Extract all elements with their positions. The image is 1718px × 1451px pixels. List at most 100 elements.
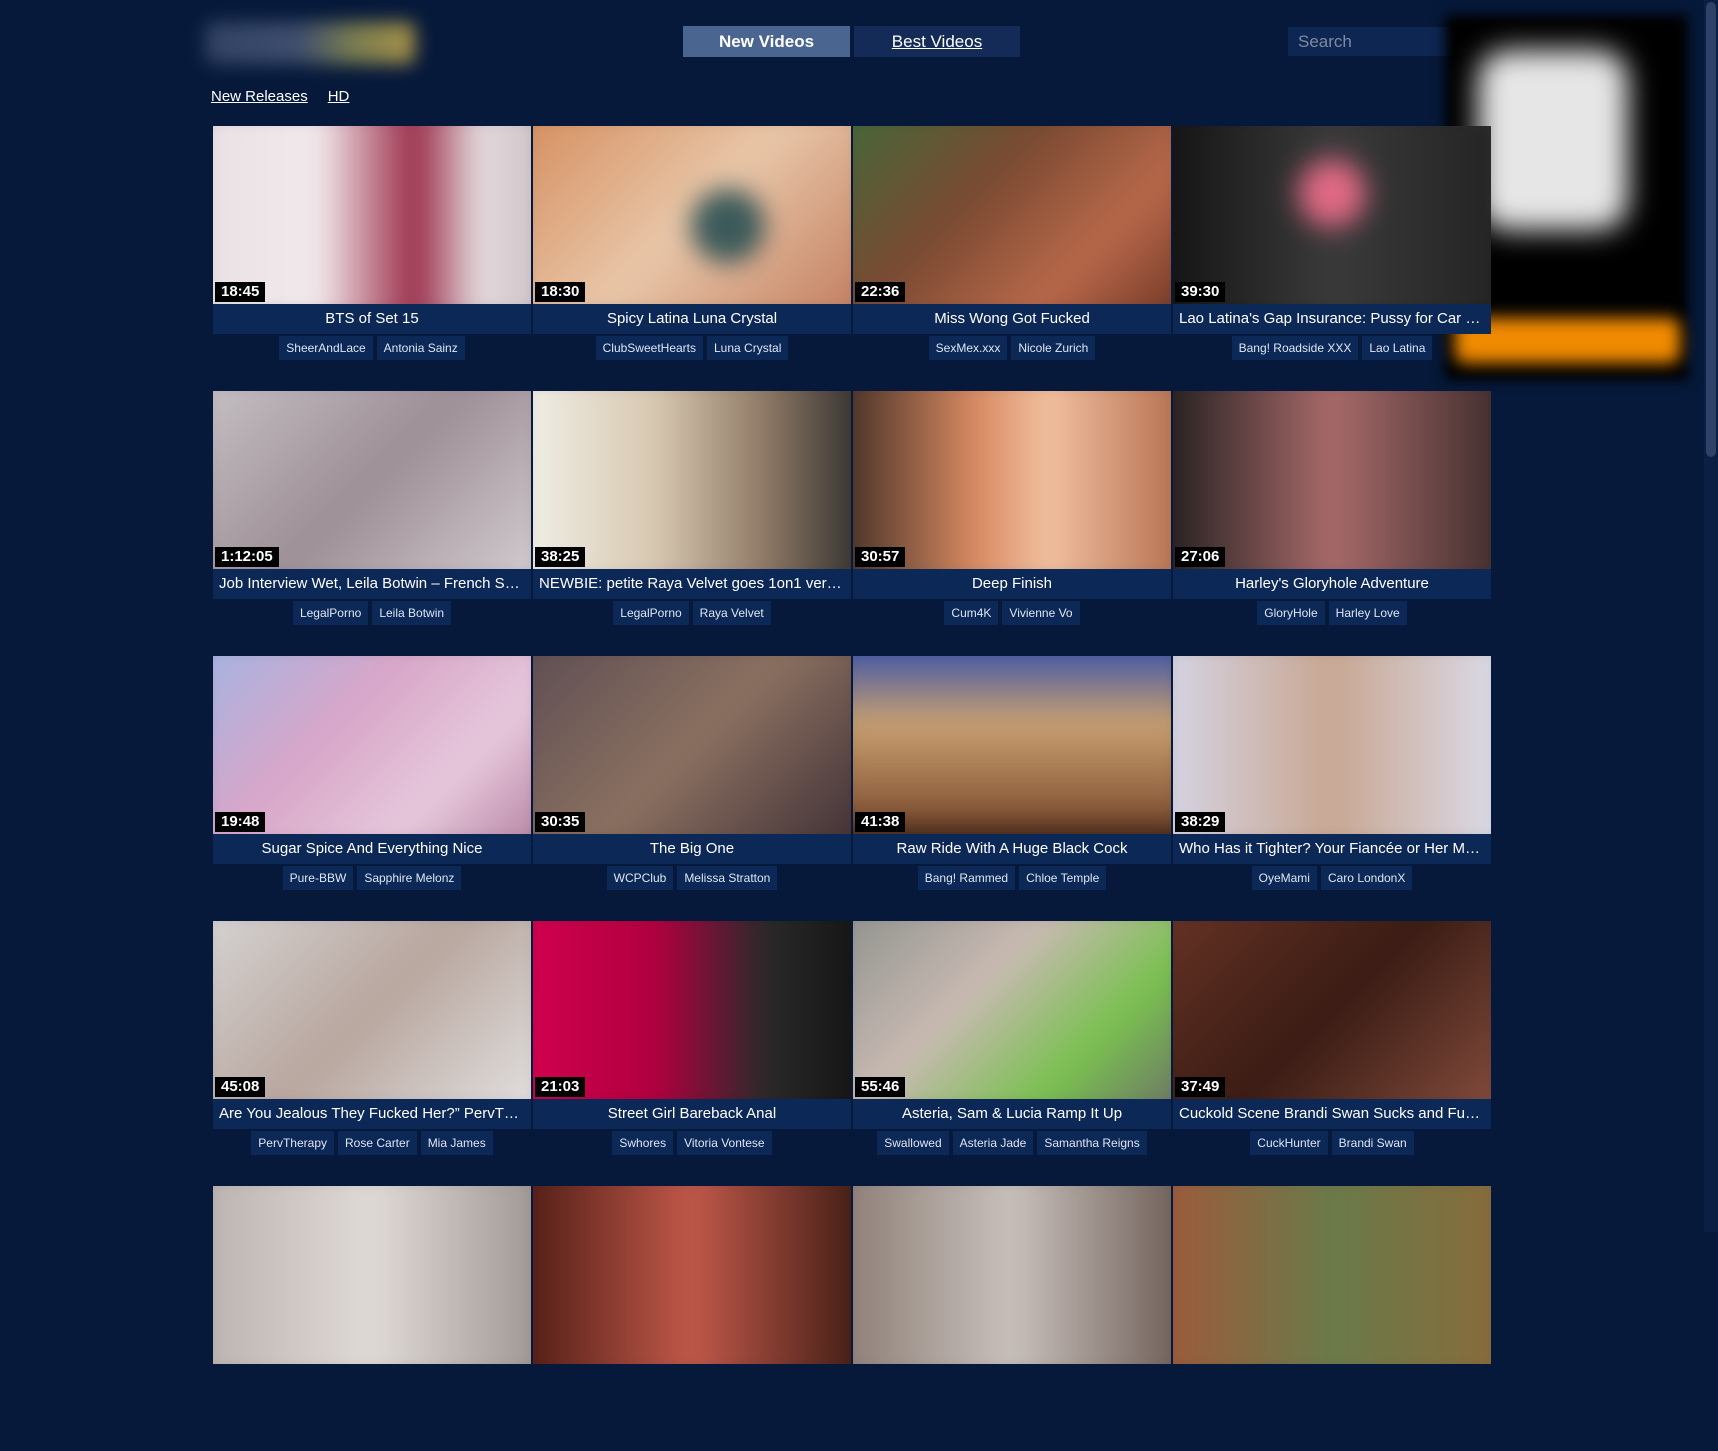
video-thumbnail[interactable]: 18:45: [213, 126, 531, 304]
video-thumbnail[interactable]: 37:49: [1173, 921, 1491, 1099]
video-thumbnail[interactable]: [853, 1186, 1171, 1364]
video-card[interactable]: 21:03 Street Girl Bareback Anal Swhores Vit…: [533, 921, 851, 1186]
video-thumbnail[interactable]: 30:57: [853, 391, 1171, 569]
video-tag[interactable]: LegalPorno: [292, 601, 369, 625]
site-logo[interactable]: [205, 22, 415, 64]
video-tag[interactable]: Samantha Reigns: [1037, 1131, 1147, 1155]
video-tag[interactable]: ClubSweetHearts: [595, 336, 703, 360]
video-tag[interactable]: Vivienne Vo: [1002, 601, 1080, 625]
video-card[interactable]: 1:12:05 Job Interview Wet, Leila Botwin –…: [213, 391, 531, 656]
video-tag[interactable]: PervTherapy: [251, 1131, 334, 1155]
video-tag[interactable]: Asteria Jade: [952, 1131, 1034, 1155]
video-card[interactable]: 39:30 Lao Latina's Gap Insurance: Pussy f…: [1173, 126, 1491, 391]
video-thumbnail[interactable]: 27:06: [1173, 391, 1491, 569]
video-title[interactable]: Spicy Latina Luna Crystal: [533, 304, 851, 334]
search-input[interactable]: [1288, 27, 1438, 56]
video-tag[interactable]: CuckHunter: [1250, 1131, 1328, 1155]
video-card[interactable]: 38:25 NEWBIE: petite Raya Velvet goes 1on…: [533, 391, 851, 656]
video-thumbnail[interactable]: 38:29: [1173, 656, 1491, 834]
video-tag[interactable]: Harley Love: [1328, 601, 1407, 625]
video-title[interactable]: BTS of Set 15: [213, 304, 531, 334]
video-tag[interactable]: Cum4K: [944, 601, 999, 625]
video-title[interactable]: Miss Wong Got Fucked: [853, 304, 1171, 334]
video-title[interactable]: Who Has it Tighter? Your Fiancée or Her …: [1173, 834, 1491, 864]
video-thumbnail[interactable]: [533, 1186, 851, 1364]
video-tag[interactable]: Swallowed: [877, 1131, 949, 1155]
video-thumbnail[interactable]: 55:46: [853, 921, 1171, 1099]
video-tag[interactable]: Antonia Sainz: [376, 336, 465, 360]
video-thumbnail[interactable]: 41:38: [853, 656, 1171, 834]
video-card[interactable]: [1173, 1186, 1491, 1451]
video-thumbnail[interactable]: [1173, 1186, 1491, 1364]
video-thumbnail[interactable]: 18:30: [533, 126, 851, 304]
video-card[interactable]: 18:45 BTS of Set 15 SheerAndLace Antonia Sa…: [213, 126, 531, 391]
video-tag[interactable]: SexMex.xxx: [928, 336, 1008, 360]
video-title[interactable]: Harley's Gloryhole Adventure: [1173, 569, 1491, 599]
tab-new-videos[interactable]: New Videos: [683, 26, 850, 57]
video-tag[interactable]: GloryHole: [1257, 601, 1325, 625]
video-thumbnail[interactable]: 21:03: [533, 921, 851, 1099]
video-title[interactable]: Job Interview Wet, Leila Botwin – French…: [213, 569, 531, 599]
video-tag[interactable]: Chloe Temple: [1019, 866, 1107, 890]
video-card[interactable]: [533, 1186, 851, 1451]
video-tag[interactable]: Bang! Rammed: [917, 866, 1016, 890]
video-card[interactable]: 55:46 Asteria, Sam & Lucia Ramp It Up Swal…: [853, 921, 1171, 1186]
video-title[interactable]: The Big One: [533, 834, 851, 864]
video-card[interactable]: 41:38 Raw Ride With A Huge Black Cock Bang…: [853, 656, 1171, 921]
video-tag[interactable]: Lao Latina: [1362, 336, 1433, 360]
video-title[interactable]: Lao Latina's Gap Insurance: Pussy for Ca…: [1173, 304, 1491, 334]
video-tag[interactable]: Luna Crystal: [707, 336, 789, 360]
video-card[interactable]: 45:08 Are You Jealous They Fucked Her?” P…: [213, 921, 531, 1186]
video-thumbnail[interactable]: 1:12:05: [213, 391, 531, 569]
video-card[interactable]: 30:57 Deep Finish Cum4K Vivienne Vo: [853, 391, 1171, 656]
video-card[interactable]: 27:06 Harley's Gloryhole Adventure GloryHo…: [1173, 391, 1491, 656]
video-duration: 55:46: [855, 1077, 906, 1097]
video-card[interactable]: 18:30 Spicy Latina Luna Crystal ClubSweetH…: [533, 126, 851, 391]
video-thumbnail[interactable]: [213, 1186, 531, 1364]
video-tag[interactable]: Vitoria Vontese: [677, 1131, 772, 1155]
video-thumbnail[interactable]: 39:30: [1173, 126, 1491, 304]
subnav-new-releases[interactable]: New Releases: [211, 88, 308, 105]
video-title[interactable]: Asteria, Sam & Lucia Ramp It Up: [853, 1099, 1171, 1129]
video-title[interactable]: Cuckold Scene Brandi Swan Sucks and Fuck…: [1173, 1099, 1491, 1129]
video-tag[interactable]: Rose Carter: [338, 1131, 417, 1155]
video-tag[interactable]: Swhores: [612, 1131, 674, 1155]
video-title[interactable]: Sugar Spice And Everything Nice: [213, 834, 531, 864]
video-thumbnail[interactable]: 19:48: [213, 656, 531, 834]
video-card[interactable]: 22:36 Miss Wong Got Fucked SexMex.xxx Nicol…: [853, 126, 1171, 391]
video-tag[interactable]: OyeMami: [1251, 866, 1317, 890]
video-card[interactable]: [213, 1186, 531, 1451]
video-tag[interactable]: Sapphire Melonz: [357, 866, 462, 890]
video-duration: 22:36: [855, 282, 906, 302]
video-tag[interactable]: LegalPorno: [613, 601, 689, 625]
video-tag[interactable]: SheerAndLace: [279, 336, 373, 360]
tab-best-videos[interactable]: Best Videos: [854, 26, 1020, 57]
video-tag[interactable]: Pure-BBW: [282, 866, 354, 890]
video-card[interactable]: [853, 1186, 1171, 1451]
video-tag[interactable]: Bang! Roadside XXX: [1231, 336, 1359, 360]
video-thumbnail[interactable]: 45:08: [213, 921, 531, 1099]
video-title[interactable]: Raw Ride With A Huge Black Cock: [853, 834, 1171, 864]
video-tag[interactable]: WCPClub: [606, 866, 674, 890]
video-card[interactable]: 30:35 The Big One WCPClub Melissa Stratton: [533, 656, 851, 921]
video-tag[interactable]: Raya Velvet: [692, 601, 771, 625]
video-tag[interactable]: Leila Botwin: [372, 601, 452, 625]
video-title[interactable]: Street Girl Bareback Anal: [533, 1099, 851, 1129]
video-title[interactable]: NEWBIE: petite Raya Velvet goes 1on1 ver…: [533, 569, 851, 599]
video-card[interactable]: 37:49 Cuckold Scene Brandi Swan Sucks and…: [1173, 921, 1491, 1186]
video-tag[interactable]: Brandi Swan: [1331, 1131, 1414, 1155]
video-tag[interactable]: Melissa Stratton: [677, 866, 778, 890]
video-tag[interactable]: Nicole Zurich: [1011, 336, 1096, 360]
video-thumbnail[interactable]: 30:35: [533, 656, 851, 834]
video-card[interactable]: 19:48 Sugar Spice And Everything Nice Pure…: [213, 656, 531, 921]
video-tag[interactable]: Mia James: [420, 1131, 493, 1155]
video-title[interactable]: Deep Finish: [853, 569, 1171, 599]
scrollbar-thumb[interactable]: [1706, 2, 1716, 457]
video-card[interactable]: 38:29 Who Has it Tighter? Your Fiancée or…: [1173, 656, 1491, 921]
video-tag[interactable]: Caro LondonX: [1320, 866, 1413, 890]
scrollbar[interactable]: [1704, 0, 1718, 1232]
video-thumbnail[interactable]: 22:36: [853, 126, 1171, 304]
subnav-hd[interactable]: HD: [328, 88, 350, 105]
video-thumbnail[interactable]: 38:25: [533, 391, 851, 569]
video-title[interactable]: Are You Jealous They Fucked Her?” PervTh…: [213, 1099, 531, 1129]
